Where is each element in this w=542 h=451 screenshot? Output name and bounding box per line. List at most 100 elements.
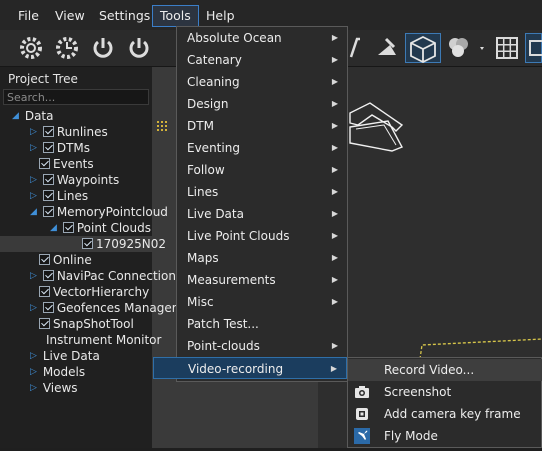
tree-item-lines[interactable]: ▷ Lines	[28, 188, 88, 204]
menu-item-label: Screenshot	[384, 385, 452, 399]
menu-item-misc[interactable]: Misc ▶	[177, 291, 347, 313]
collapsed-arrow-icon[interactable]: ▷	[28, 364, 39, 380]
menu-item-absolute-ocean[interactable]: Absolute Ocean ▶	[177, 27, 347, 49]
tree-item-vectorhierarchy[interactable]: VectorHierarchy	[39, 284, 149, 300]
video-recording-submenu: Record Video... Screenshot Add camera ke…	[347, 357, 542, 448]
menu-item-label: Measurements	[187, 273, 276, 287]
tree-item-label: Instrument Monitor	[46, 333, 162, 347]
power-icon[interactable]	[88, 33, 118, 63]
menu-tools[interactable]: Tools	[152, 5, 199, 27]
tree-item-instrument-monitor[interactable]: Instrument Monitor	[46, 332, 161, 348]
collapsed-arrow-icon[interactable]: ▷	[28, 348, 39, 364]
menu-item-screenshot[interactable]: Screenshot	[348, 381, 542, 403]
checkbox[interactable]	[62, 222, 74, 233]
menu-item-label: Fly Mode	[384, 429, 438, 443]
tree-item-waypoints[interactable]: ▷ Waypoints	[28, 172, 119, 188]
collapsed-arrow-icon[interactable]: ▷	[28, 380, 39, 396]
submenu-arrow-icon: ▶	[331, 121, 338, 130]
gear-icon[interactable]	[16, 33, 46, 63]
menu-item-add-camera-key-frame[interactable]: Add camera key frame	[348, 403, 542, 425]
tree-item-label: Views	[42, 381, 78, 395]
shading-spheres-icon[interactable]	[444, 33, 488, 63]
light-icon[interactable]	[372, 33, 402, 63]
checkbox[interactable]	[42, 206, 54, 217]
menu-item-point-clouds[interactable]: Point-clouds ▶	[177, 335, 347, 357]
wireframe-cube-icon[interactable]	[405, 33, 441, 64]
menu-item-live-data[interactable]: Live Data ▶	[177, 203, 347, 225]
tools-dropdown-menu: Absolute Ocean ▶ Catenary ▶ Cleaning ▶ Desi…	[153, 26, 348, 382]
checkbox[interactable]	[42, 302, 54, 313]
checkbox[interactable]	[42, 142, 54, 153]
grid-icon[interactable]	[492, 33, 522, 63]
airplane-icon	[354, 428, 370, 444]
submenu-arrow-icon: ▶	[331, 165, 338, 174]
collapsed-arrow-icon[interactable]: ▷	[28, 300, 39, 316]
collapsed-arrow-icon[interactable]: ▷	[28, 124, 39, 140]
tree-item-navipac-connection[interactable]: ▷ NaviPac Connection	[28, 268, 176, 284]
menu-item-label: Lines	[187, 185, 219, 199]
menu-item-measurements[interactable]: Measurements ▶	[177, 269, 347, 291]
collapsed-arrow-icon[interactable]: ▷	[28, 268, 39, 284]
menu-item-catenary[interactable]: Catenary ▶	[177, 49, 347, 71]
menu-item-live-point-clouds[interactable]: Live Point Clouds ▶	[177, 225, 347, 247]
checkbox[interactable]	[39, 286, 50, 297]
camera-icon	[354, 384, 370, 400]
tree-item-label: Runlines	[56, 125, 108, 139]
tree-item-events[interactable]: Events	[39, 156, 94, 172]
checkbox[interactable]	[39, 318, 50, 329]
menu-item-label: Follow	[187, 163, 225, 177]
tree-item-memorypointcloud[interactable]: ◢ MemoryPointcloud	[28, 204, 168, 220]
collapsed-arrow-icon[interactable]: ▷	[28, 172, 39, 188]
checkbox[interactable]	[82, 238, 93, 249]
power-icon-2[interactable]	[124, 33, 154, 63]
menu-view[interactable]: View	[48, 6, 92, 26]
collapsed-arrow-icon[interactable]: ▷	[28, 188, 39, 204]
collapsed-arrow-icon[interactable]: ▷	[28, 140, 39, 156]
expanded-arrow-icon[interactable]: ◢	[48, 220, 59, 236]
menu-item-maps[interactable]: Maps ▶	[177, 247, 347, 269]
tree-item-live-data[interactable]: ▷ Live Data	[28, 348, 100, 364]
tree-item-runlines[interactable]: ▷ Runlines	[28, 124, 108, 140]
tree-item-geofences-manager[interactable]: ▷ Geofences Manager	[28, 300, 177, 316]
tree-item-views[interactable]: ▷ Views	[28, 380, 78, 396]
submenu-arrow-icon: ▶	[331, 187, 338, 196]
tree-item-label: VectorHierarchy	[53, 285, 150, 299]
tree-item-online[interactable]: Online	[39, 252, 92, 268]
menu-item-dtm[interactable]: DTM ▶	[177, 115, 347, 137]
tree-item-data[interactable]: ◢ Data	[10, 108, 53, 124]
checkbox[interactable]	[39, 254, 50, 265]
tree-item-point-clouds[interactable]: ◢ Point Clouds	[48, 220, 151, 236]
submenu-arrow-icon: ▶	[331, 33, 338, 42]
submenu-arrow-icon: ▶	[331, 275, 338, 284]
tree-item-170925n02[interactable]: 170925N02	[0, 236, 166, 252]
menu-item-eventing[interactable]: Eventing ▶	[177, 137, 347, 159]
checkbox[interactable]	[42, 190, 54, 201]
menu-settings[interactable]: Settings	[92, 6, 157, 26]
menu-item-cleaning[interactable]: Cleaning ▶	[177, 71, 347, 93]
menu-item-design[interactable]: Design ▶	[177, 93, 347, 115]
menu-item-patch-test[interactable]: Patch Test...	[177, 313, 347, 335]
tree-search-input[interactable]: Search...	[3, 89, 149, 105]
menu-item-record-video[interactable]: Record Video...	[348, 359, 542, 381]
tree-item-models[interactable]: ▷ Models	[28, 364, 85, 380]
tree-item-label: Events	[53, 157, 94, 171]
project-tree-title: Project Tree	[8, 72, 78, 86]
tree-item-label: Online	[53, 253, 92, 267]
label-icon[interactable]	[525, 33, 542, 63]
menu-item-follow[interactable]: Follow ▶	[177, 159, 347, 181]
checkbox[interactable]	[42, 270, 54, 281]
menu-item-fly-mode[interactable]: Fly Mode	[348, 425, 542, 447]
menu-item-lines[interactable]: Lines ▶	[177, 181, 347, 203]
checkbox[interactable]	[42, 174, 54, 185]
menu-help[interactable]: Help	[199, 6, 242, 26]
tree-item-dtms[interactable]: ▷ DTMs	[28, 140, 90, 156]
menu-item-video-recording[interactable]: Video-recording ▶	[153, 357, 347, 379]
checkbox[interactable]	[39, 158, 50, 169]
menu-file[interactable]: File	[11, 6, 46, 26]
tree-item-label: Waypoints	[56, 173, 120, 187]
tree-item-snapshottool[interactable]: SnapShotTool	[39, 316, 134, 332]
expanded-arrow-icon[interactable]: ◢	[10, 108, 21, 124]
gear-refresh-icon[interactable]	[52, 33, 82, 63]
expanded-arrow-icon[interactable]: ◢	[28, 204, 39, 220]
checkbox[interactable]	[42, 126, 54, 137]
